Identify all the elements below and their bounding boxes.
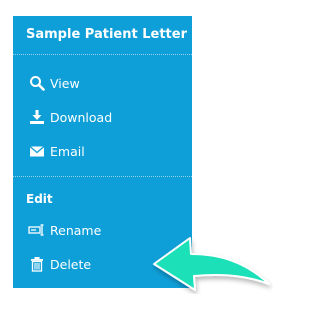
rename-label: Rename <box>50 222 102 238</box>
delete-label: Delete <box>50 256 92 272</box>
trash-icon <box>28 255 46 273</box>
pointer-arrow-icon <box>153 237 270 291</box>
panel-title: Sample Patient Letter <box>13 16 192 55</box>
download-button[interactable]: Download <box>13 100 192 134</box>
envelope-icon <box>28 142 46 160</box>
view-button[interactable]: View <box>13 66 192 100</box>
rename-field-icon <box>28 221 46 239</box>
view-label: View <box>50 75 80 91</box>
divider <box>13 176 192 177</box>
download-label: Download <box>50 109 113 125</box>
email-label: Email <box>50 143 85 159</box>
email-button[interactable]: Email <box>13 134 192 168</box>
edit-section-heading: Edit <box>26 192 53 206</box>
magnifier-icon <box>28 74 46 92</box>
primary-actions-menu: View Download Email <box>13 55 192 168</box>
download-icon <box>28 108 46 126</box>
